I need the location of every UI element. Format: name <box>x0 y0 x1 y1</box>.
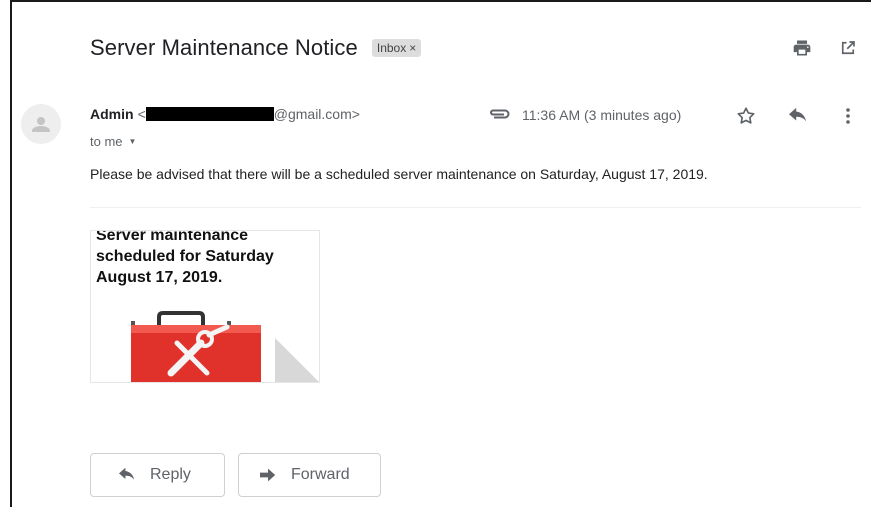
timestamp: 11:36 AM (3 minutes ago) <box>522 107 682 123</box>
reply-arrow-icon <box>116 467 138 483</box>
person-icon <box>32 117 50 132</box>
sender-open-bracket: < <box>137 106 146 122</box>
more-vertical-icon[interactable] <box>836 104 860 128</box>
email-body: Please be advised that there will be a s… <box>90 166 708 182</box>
recipient-details-toggle[interactable]: to me ▼ <box>90 134 136 149</box>
window-border-top <box>10 0 871 2</box>
inbox-label-chip[interactable]: Inbox × <box>371 39 422 57</box>
toolbox-icon <box>131 311 261 382</box>
reply-button[interactable]: Reply <box>90 453 225 497</box>
remove-label-button[interactable]: × <box>409 41 416 55</box>
paperclip-icon <box>488 106 514 122</box>
chevron-down-icon: ▼ <box>128 137 137 146</box>
inbox-label-text: Inbox <box>376 41 407 55</box>
forward-button[interactable]: Forward <box>238 453 381 497</box>
redacted-block <box>145 107 274 121</box>
star-icon[interactable] <box>734 104 758 128</box>
subject-row: Server Maintenance Notice Inbox × <box>90 31 422 65</box>
attachment-thumbnail[interactable]: Server maintenance scheduled for Saturda… <box>90 230 320 383</box>
divider <box>90 207 861 208</box>
attachment-preview-text: Server maintenance scheduled for Saturda… <box>96 230 274 286</box>
sender-email: @gmail.com> <box>273 106 360 122</box>
open-in-new-window-icon[interactable] <box>836 36 860 60</box>
sender-line: Admin < @gmail.com> <box>90 106 360 122</box>
email-subject: Server Maintenance Notice <box>90 35 358 60</box>
print-icon[interactable] <box>790 36 814 60</box>
window-border-left <box>10 0 12 507</box>
recipient-label: to me <box>90 134 123 149</box>
forward-button-label: Forward <box>291 466 350 483</box>
reply-button-label: Reply <box>150 466 191 483</box>
forward-arrow-icon <box>257 467 279 483</box>
page-curl <box>275 338 319 382</box>
sender-name[interactable]: Admin <box>90 106 134 122</box>
avatar <box>21 104 61 144</box>
reply-icon[interactable] <box>786 104 810 128</box>
